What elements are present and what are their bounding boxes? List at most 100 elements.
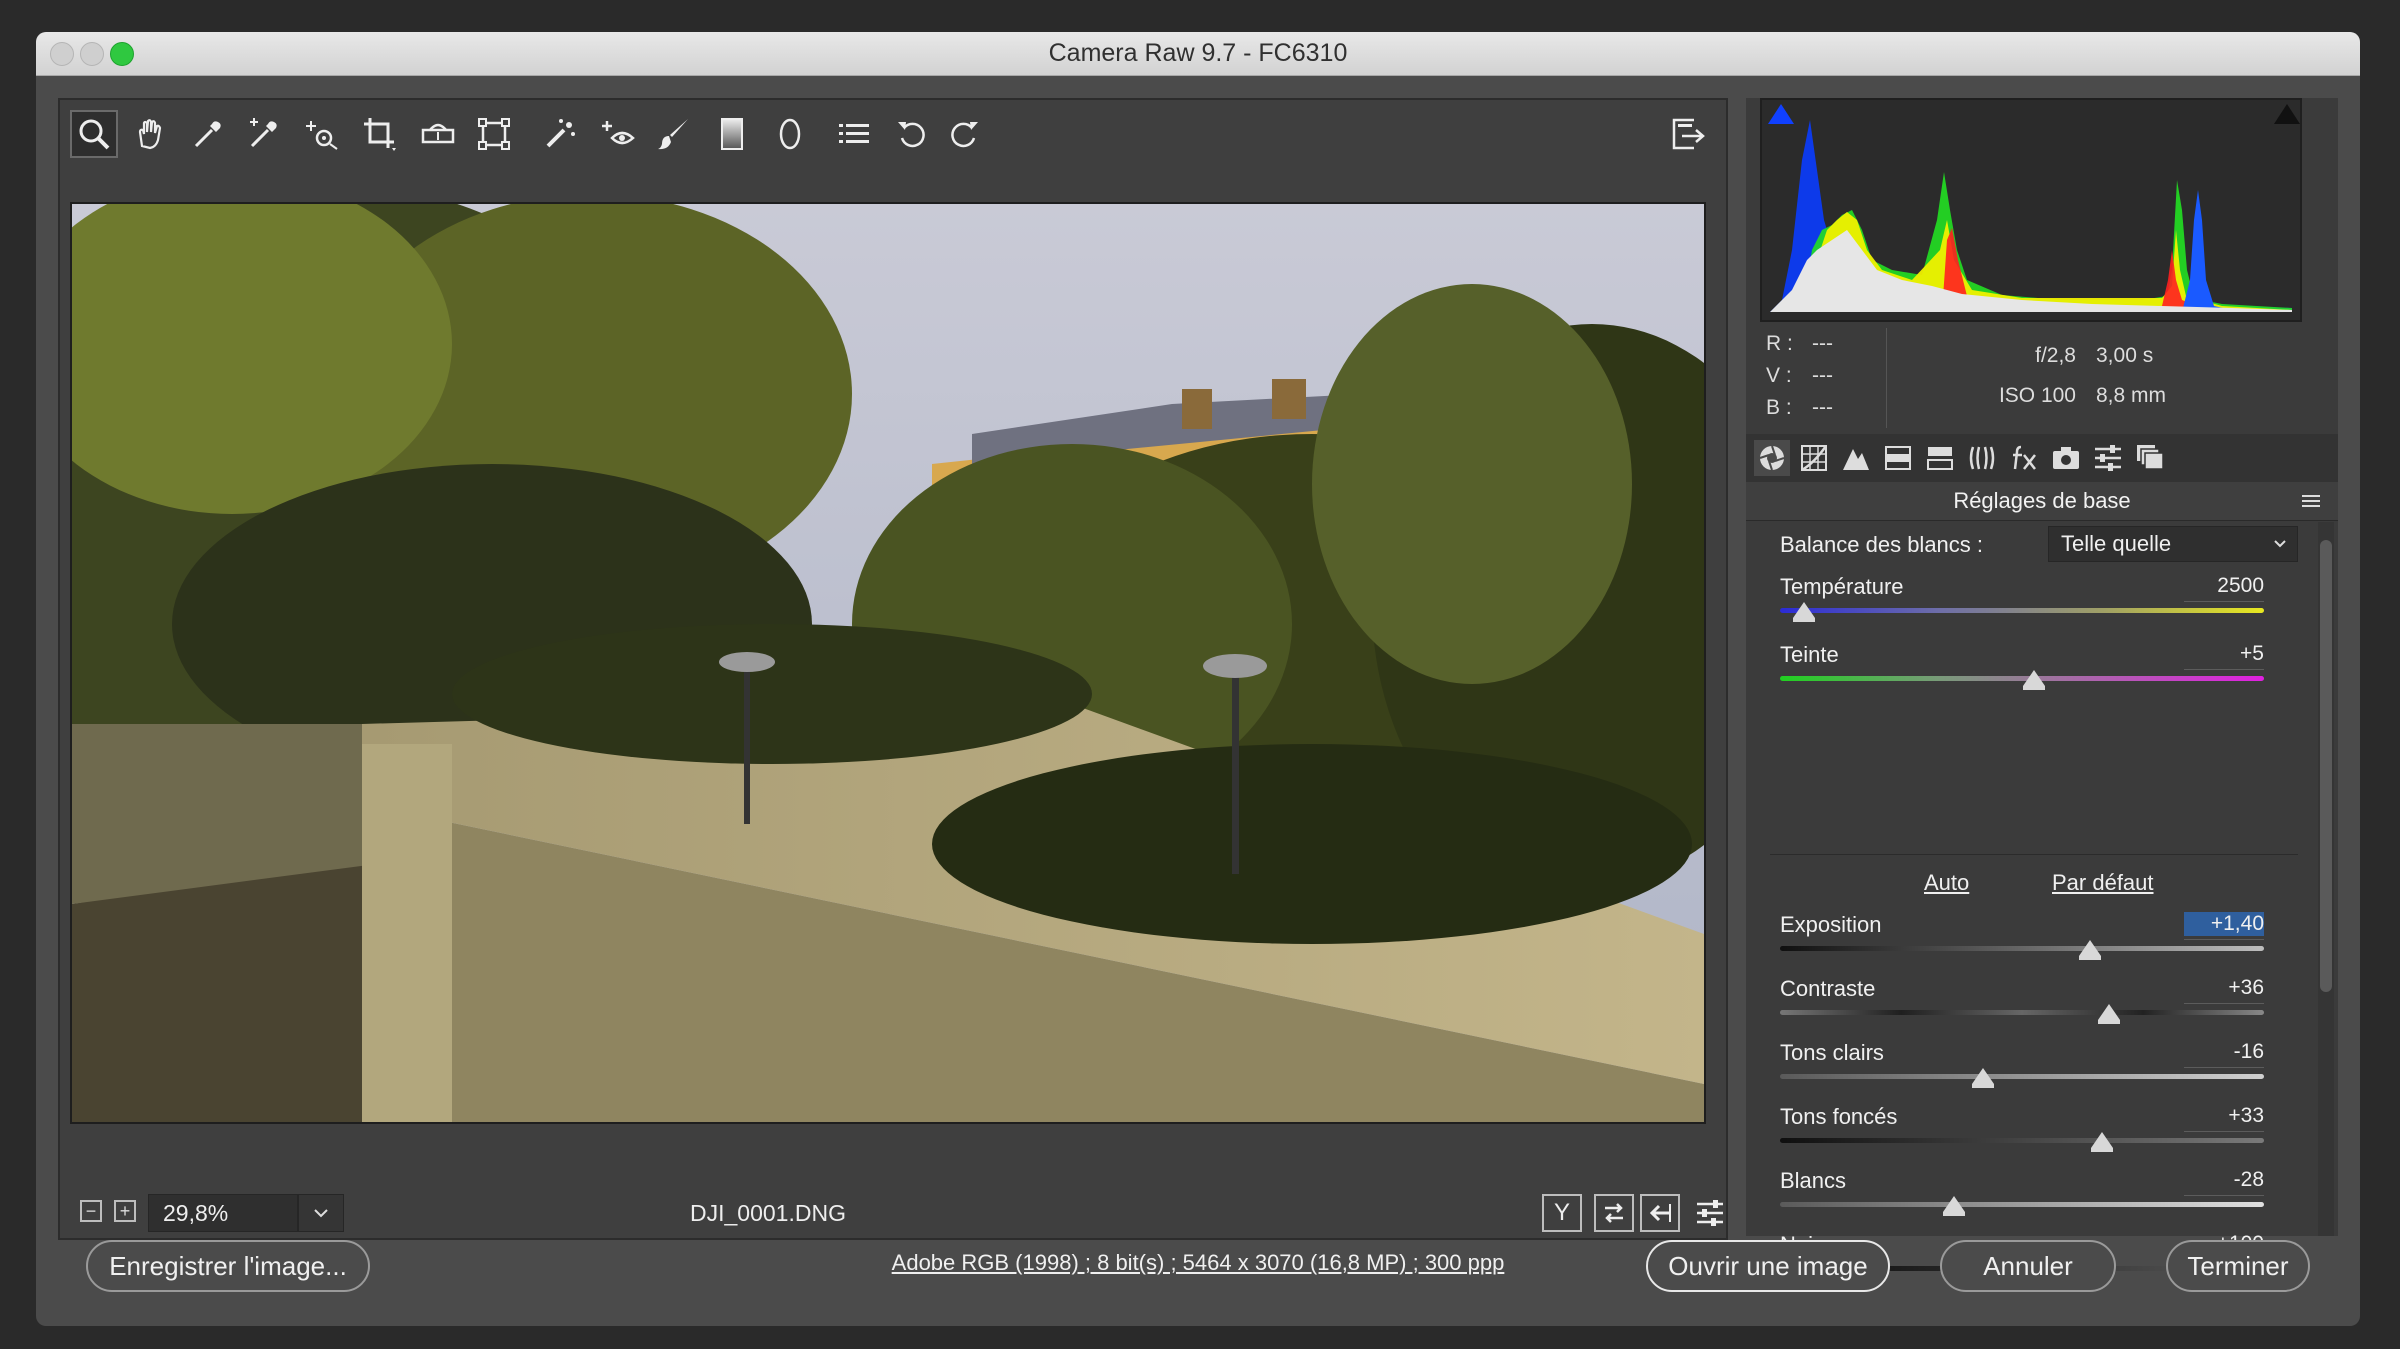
zoom-out-button[interactable]: − — [80, 1200, 102, 1222]
r-value: --- — [1812, 332, 1833, 355]
workflow-options-text[interactable]: Adobe RGB (1998) ; 8 bit(s) ; 5464 x 307… — [892, 1250, 1505, 1275]
red-eye-icon — [602, 121, 635, 145]
straighten-tool[interactable] — [414, 110, 462, 158]
shadows-value-underline — [2184, 1131, 2264, 1132]
slider-whites: Blancs -28 — [1746, 1168, 2318, 1228]
mountain-icon — [1843, 449, 1869, 470]
cancel-button[interactable]: Annuler — [1940, 1240, 2116, 1292]
temperature-label: Température — [1780, 574, 1904, 599]
radial-filter-tool[interactable] — [766, 110, 814, 158]
pixel-readout: R : --- V : --- B : --- f/2,8 3,00 s ISO… — [1746, 324, 2338, 432]
tint-slider-thumb[interactable] — [2023, 670, 2046, 690]
whites-value[interactable]: -28 — [2184, 1168, 2264, 1192]
transform-tool[interactable] — [470, 110, 518, 158]
highlights-slider-thumb[interactable] — [1972, 1068, 1995, 1088]
slider-highlights: Tons clairs -16 — [1746, 1040, 2318, 1100]
targeted-adjustment-tool[interactable] — [298, 110, 346, 158]
adjustment-sidebar: R : --- V : --- B : --- f/2,8 3,00 s ISO… — [1746, 98, 2338, 1280]
panel-title: Réglages de base — [1746, 482, 2338, 521]
color-sampler-icon — [250, 118, 277, 148]
hand-tool[interactable] — [126, 110, 174, 158]
b-label: B : — [1766, 396, 1792, 419]
tint-label: Teinte — [1780, 642, 1839, 667]
open-in-photoshop-button[interactable] — [1664, 110, 1712, 158]
tab-split-toning[interactable] — [1922, 440, 1958, 476]
temperature-track[interactable] — [1780, 608, 2264, 613]
contrast-slider-thumb[interactable] — [2098, 1004, 2121, 1024]
shutter-value: 3,00 s — [2096, 344, 2154, 367]
rotate-ccw-icon — [898, 122, 925, 148]
shadows-track[interactable] — [1780, 1138, 2264, 1143]
title-bar: Camera Raw 9.7 - FC6310 — [36, 32, 2360, 76]
color-sampler-tool[interactable] — [240, 110, 288, 158]
zoom-tool[interactable] — [70, 110, 118, 158]
tab-tone-curve[interactable] — [1796, 440, 1832, 476]
tab-presets[interactable] — [2090, 440, 2126, 476]
histogram-graph — [1770, 120, 2292, 312]
temperature-slider-thumb[interactable] — [1793, 602, 1816, 622]
slider-shadows: Tons foncés +33 — [1746, 1104, 2318, 1164]
preview-area: − + 29,8% DJI_0001.DNG Y — [58, 98, 1728, 1240]
hand-icon — [138, 119, 162, 150]
rotate-right-tool[interactable] — [940, 110, 988, 158]
copy-settings-button[interactable] — [1640, 1194, 1680, 1232]
tab-lens-corrections[interactable] — [1964, 440, 2000, 476]
contrast-track[interactable] — [1780, 1010, 2264, 1015]
red-eye-tool[interactable] — [594, 110, 642, 158]
zoom-dropdown-button[interactable] — [298, 1194, 344, 1232]
list-icon — [839, 124, 869, 143]
highlights-track[interactable] — [1780, 1074, 2264, 1079]
sliders-icon — [2095, 445, 2121, 471]
exposure-value[interactable]: +1,40 — [2184, 912, 2264, 936]
tab-snapshots[interactable] — [2132, 440, 2168, 476]
photo-image — [72, 204, 1704, 1122]
spot-removal-icon — [546, 119, 575, 148]
highlights-value[interactable]: -16 — [2184, 1040, 2264, 1064]
whites-value-underline — [2184, 1195, 2264, 1196]
tab-detail[interactable] — [1838, 440, 1874, 476]
zoom-in-button[interactable]: + — [114, 1200, 136, 1222]
temperature-value-underline — [2184, 601, 2264, 602]
panel-scrollbar[interactable] — [2318, 522, 2334, 1236]
before-after-button[interactable]: Y — [1542, 1194, 1582, 1232]
rotate-left-tool[interactable] — [888, 110, 936, 158]
snapshots-icon — [2137, 445, 2164, 470]
exposure-track[interactable] — [1780, 946, 2264, 951]
tab-camera-calibration[interactable] — [2048, 440, 2084, 476]
preview-preferences-button[interactable] — [1690, 1194, 1730, 1232]
swap-settings-button[interactable] — [1594, 1194, 1634, 1232]
exposure-slider-thumb[interactable] — [2078, 940, 2101, 960]
tab-effects[interactable] — [2006, 440, 2042, 476]
tab-basic[interactable] — [1754, 440, 1790, 476]
spot-removal-tool[interactable] — [536, 110, 584, 158]
readout-divider — [1886, 328, 1887, 428]
contrast-value[interactable]: +36 — [2184, 976, 2264, 1000]
graduated-filter-tool[interactable] — [708, 110, 756, 158]
shadows-value[interactable]: +33 — [2184, 1104, 2264, 1128]
tint-value[interactable]: +5 — [2184, 642, 2264, 666]
exposure-value-underline — [2184, 939, 2264, 940]
adjustment-brush-tool[interactable] — [650, 110, 698, 158]
whites-slider-thumb[interactable] — [1943, 1196, 1966, 1216]
aperture-value: f/2,8 — [2035, 344, 2076, 367]
v-label: V : — [1766, 364, 1792, 387]
panel-menu-button[interactable] — [2300, 490, 2322, 512]
preferences-tool[interactable] — [830, 110, 878, 158]
scrollbar-thumb[interactable] — [2320, 540, 2332, 992]
temperature-value[interactable]: 2500 — [2184, 574, 2264, 598]
shadows-slider-thumb[interactable] — [2090, 1132, 2113, 1152]
tab-hsl[interactable] — [1880, 440, 1916, 476]
white-balance-tool[interactable] — [184, 110, 232, 158]
contrast-value-underline — [2184, 1003, 2264, 1004]
crop-tool[interactable] — [356, 110, 404, 158]
basic-panel: Balance des blancs : Telle quelle Auto P… — [1746, 522, 2318, 1280]
tool-bar — [60, 100, 1726, 172]
open-image-button[interactable]: Ouvrir une image — [1646, 1240, 1890, 1292]
tint-track[interactable] — [1780, 676, 2264, 681]
zoom-level-field[interactable]: 29,8% — [148, 1194, 298, 1232]
image-preview[interactable] — [70, 202, 1706, 1124]
gradient-icon — [721, 118, 743, 150]
whites-track[interactable] — [1780, 1202, 2264, 1207]
slider-list: Température 2500 Teinte +5 Exposition +1,40 Co… — [1746, 522, 2318, 1280]
done-button[interactable]: Terminer — [2166, 1240, 2310, 1292]
